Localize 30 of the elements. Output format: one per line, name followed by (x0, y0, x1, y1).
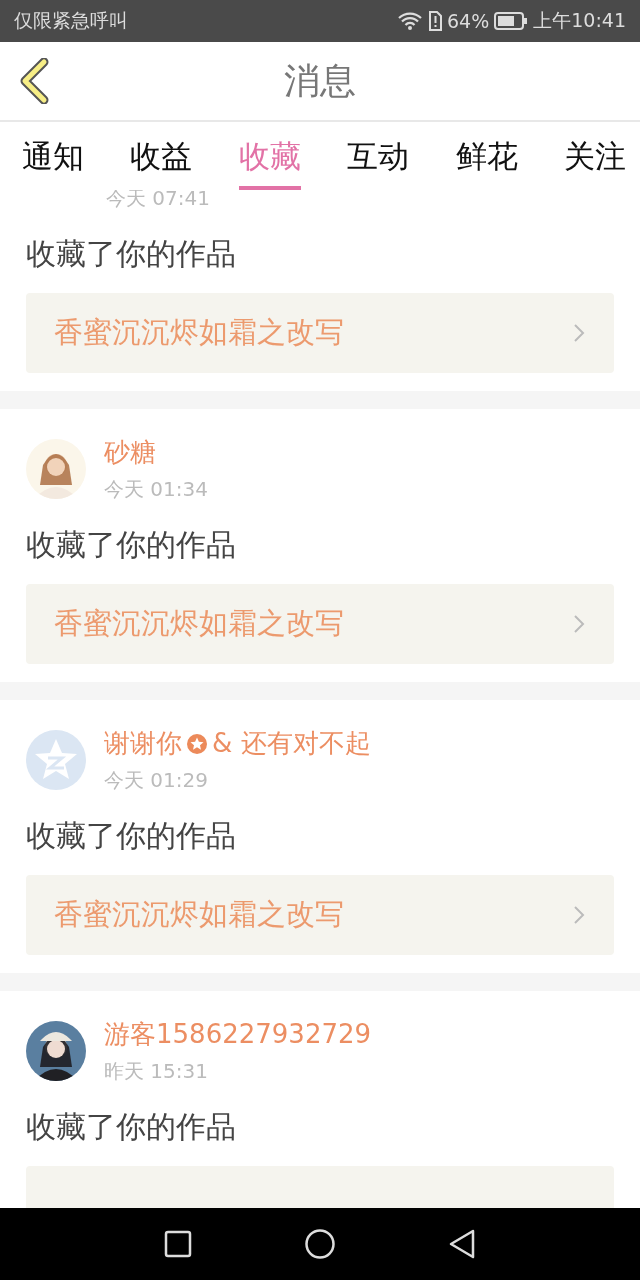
tab[interactable]: 收益 (130, 122, 193, 190)
user-name: 谢谢你 (104, 727, 182, 760)
wifi-icon (397, 11, 423, 31)
square-icon[interactable] (164, 1230, 192, 1258)
user-name: 砂糖 (104, 436, 156, 469)
tab[interactable]: 鲜花 (455, 122, 518, 190)
action-text: 收藏了你的作品 (26, 526, 237, 564)
home-circle-icon[interactable] (304, 1228, 336, 1260)
chevron-right-icon (572, 904, 586, 926)
clock-text: 上午10:41 (533, 8, 626, 33)
chevron-right-icon (572, 613, 586, 635)
battery-percent: 64% (447, 10, 490, 32)
tab[interactable]: 互动 (347, 122, 410, 190)
back-triangle-icon[interactable] (448, 1229, 476, 1259)
action-text: 收藏了你的作品 (26, 817, 237, 855)
carrier-text: 仅限紧急呼叫 (14, 8, 128, 33)
tab[interactable]: 通知 (22, 122, 84, 190)
battery-icon (494, 12, 529, 30)
action-text: 收藏了你的作品 (26, 1108, 237, 1146)
sim-alert-icon (428, 11, 442, 31)
chevron-right-icon (572, 322, 586, 344)
tab[interactable]: 关注 (563, 122, 626, 190)
user-name: 游客1586227932729 (104, 1018, 372, 1051)
user-name: & 还有对不起 (212, 727, 371, 760)
time-text: 昨天 15:31 (104, 1058, 209, 1085)
time-text: 今天 01:29 (104, 767, 209, 794)
default-avatar-icon (26, 730, 86, 790)
action-text: 收藏了你的作品 (26, 235, 237, 273)
page-title: 消息 (284, 58, 356, 103)
time-text: 今天 01:34 (104, 476, 208, 503)
